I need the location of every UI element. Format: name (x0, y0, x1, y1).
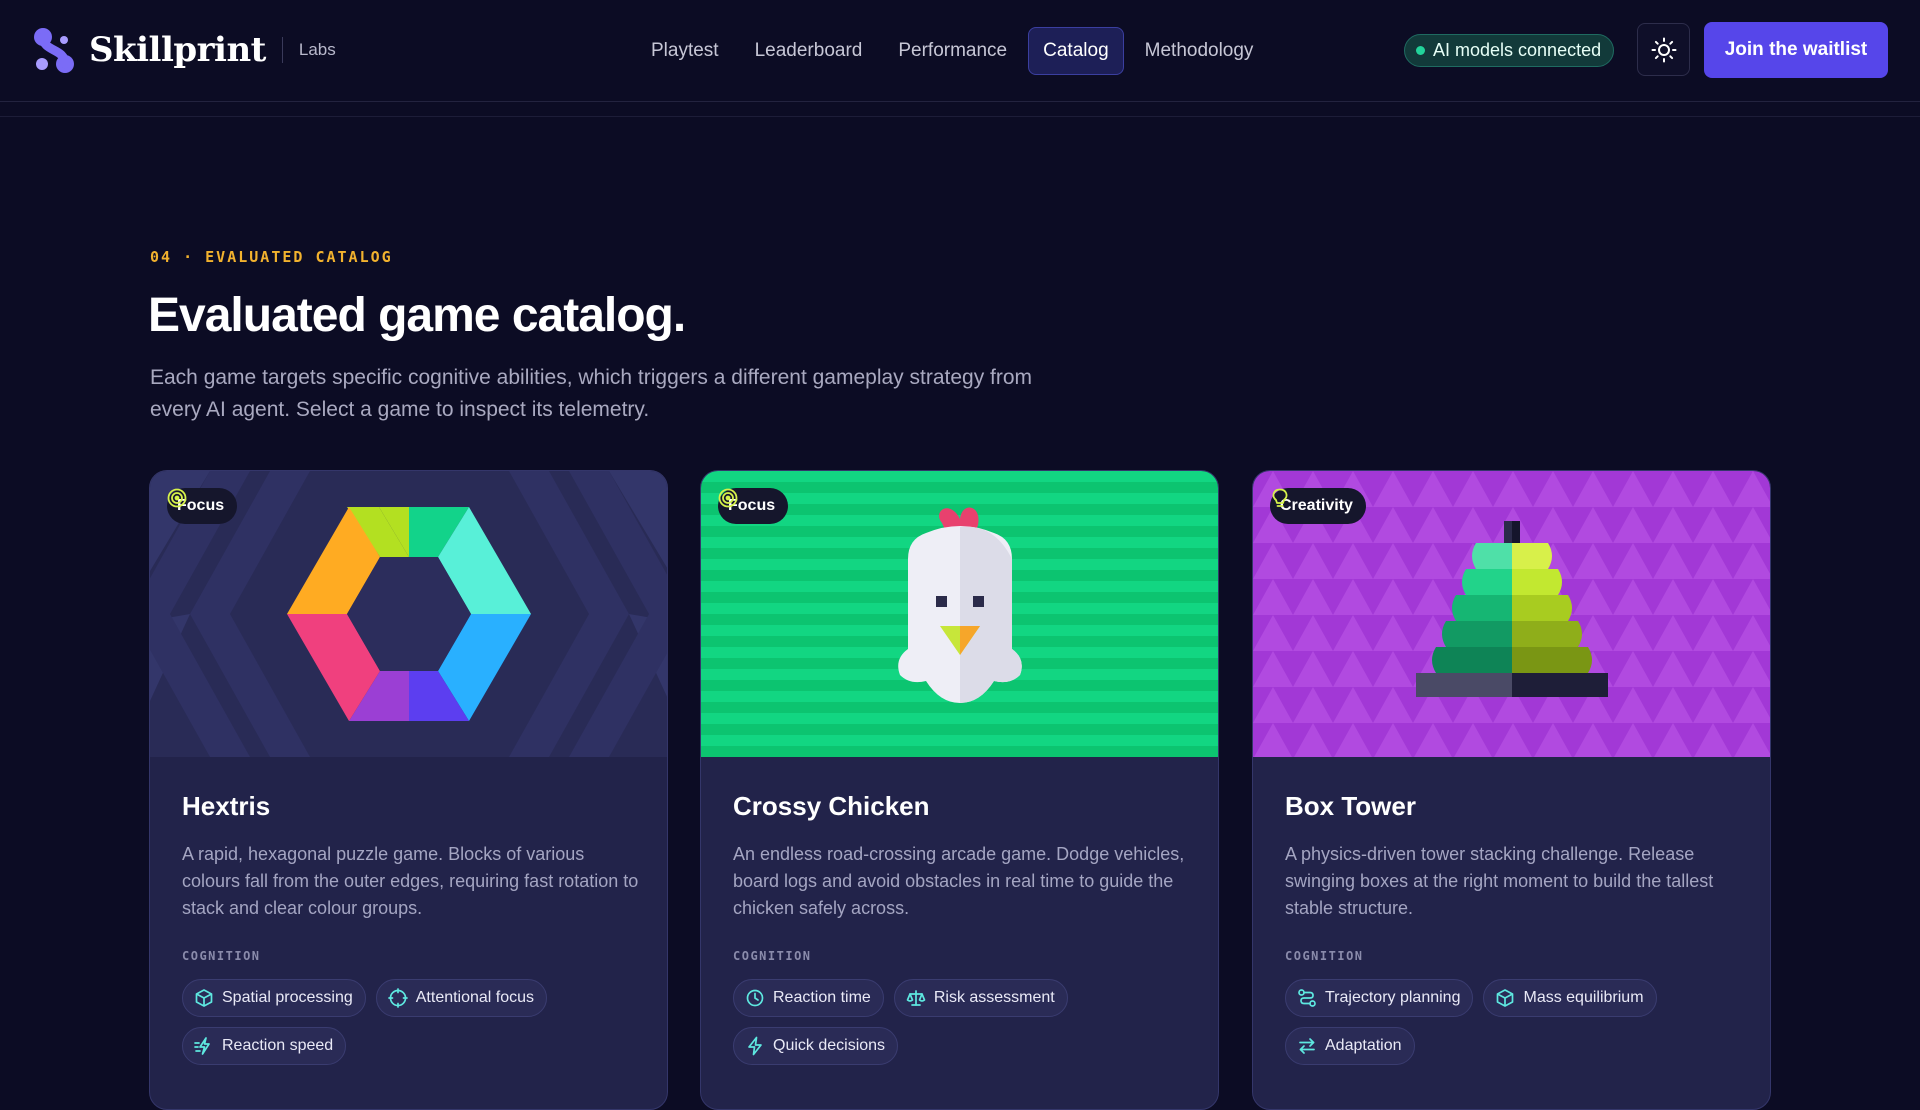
swap-icon (1299, 1038, 1315, 1054)
card-hero-crossy-chicken: Focus (701, 471, 1218, 757)
chip-spatial-processing[interactable]: Spatial processing (182, 979, 366, 1017)
category-badge: Focus (718, 488, 789, 524)
target-icon (718, 488, 738, 508)
brand-tag: Labs (298, 40, 336, 59)
chip-risk-assessment[interactable]: Risk assessment (893, 979, 1068, 1017)
chip-label: Reaction time (773, 989, 871, 1006)
main-nav: Playtest Leaderboard Performance Catalog… (636, 27, 1268, 75)
cognition-chips: Trajectory planning Mass equilibrium Ada… (1285, 979, 1755, 1065)
cognition-label: COGNITION (733, 949, 812, 963)
cognition-label: COGNITION (1285, 949, 1364, 963)
route-icon (1298, 989, 1316, 1007)
brand-divider (281, 37, 283, 63)
section-eyebrow: 04 · EVALUATED CATALOG (150, 248, 393, 266)
target-icon (167, 488, 187, 508)
theme-toggle-button[interactable] (1637, 23, 1690, 76)
chip-mass-equilibrium[interactable]: Mass equilibrium (1483, 979, 1657, 1017)
chip-label: Spatial processing (222, 989, 353, 1006)
cube-icon (195, 989, 213, 1007)
card-title: Box Tower (1285, 791, 1416, 821)
chip-attentional-focus[interactable]: Attentional focus (375, 979, 548, 1017)
card-title: Hextris (182, 791, 271, 821)
clock-icon (746, 989, 764, 1007)
chip-label: Reaction speed (222, 1037, 334, 1054)
game-card-box-tower[interactable]: Creativity Box Tower A physics-driven to… (1252, 470, 1771, 1110)
card-title: Crossy Chicken (733, 791, 930, 821)
chip-label: Adaptation (1325, 1037, 1402, 1054)
nav-item-methodology[interactable]: Methodology (1130, 27, 1269, 75)
lightbulb-icon (1272, 488, 1288, 507)
lightning-icon (748, 1036, 762, 1056)
chip-trajectory-planning[interactable]: Trajectory planning (1285, 979, 1474, 1017)
nav-item-leaderboard[interactable]: Leaderboard (740, 27, 878, 75)
connection-status-badge: AI models connected (1404, 34, 1615, 67)
chip-label: Trajectory planning (1325, 989, 1461, 1006)
chip-adaptation[interactable]: Adaptation (1285, 1027, 1415, 1065)
card-hero-box-tower: Creativity (1253, 471, 1770, 757)
join-waitlist-button[interactable]: Join the waitlist (1704, 22, 1888, 78)
cognition-label: COGNITION (182, 949, 261, 963)
brand[interactable]: Skillprint Labs (31, 26, 336, 74)
skillprint-logo-icon (34, 28, 74, 73)
card-hero-hextris: Focus (150, 471, 667, 757)
chip-reaction-time[interactable]: Reaction time (733, 979, 884, 1017)
category-badge: Focus (167, 488, 238, 524)
section-description: Each game targets specific cognitive abi… (150, 366, 1033, 421)
cube-icon (1497, 989, 1514, 1007)
page-title: Evaluated game catalog. (148, 289, 686, 342)
crosshair-icon (387, 988, 408, 1008)
top-navigation-bar: Skillprint Labs Playtest Leaderboard Per… (0, 0, 1920, 102)
card-description: A physics-driven tower stacking challeng… (1285, 844, 1714, 918)
game-card-crossy-chicken[interactable]: Focus Crossy Chicken An endless road-cro… (700, 470, 1219, 1110)
chip-reaction-speed[interactable]: Reaction speed (182, 1027, 347, 1065)
nav-item-performance[interactable]: Performance (883, 27, 1022, 75)
status-dot-icon (1416, 46, 1425, 55)
status-label: AI models connected (1433, 40, 1602, 60)
chip-label: Quick decisions (773, 1037, 886, 1054)
badge-label: Creativity (1280, 497, 1353, 514)
speed-icon (194, 1037, 210, 1055)
sun-icon (1651, 37, 1676, 62)
card-body: Hextris A rapid, hexagonal puzzle game. … (150, 757, 667, 1109)
brand-name: Skillprint (89, 30, 266, 70)
chip-label: Attentional focus (415, 989, 535, 1006)
game-card-hextris[interactable]: Focus Hextris A rapid, hexagonal puzzle … (149, 470, 668, 1110)
card-body: Crossy Chicken An endless road-crossing … (701, 757, 1218, 1109)
scale-icon (906, 990, 926, 1006)
category-badge: Creativity (1270, 488, 1366, 524)
card-description: A rapid, hexagonal puzzle game. Blocks o… (182, 844, 639, 918)
chip-label: Risk assessment (933, 989, 1055, 1006)
cognition-chips: Reaction time Risk assessment Quick deci… (733, 979, 1203, 1065)
card-body: Box Tower A physics-driven tower stackin… (1253, 757, 1770, 1109)
chip-label: Mass equilibrium (1523, 989, 1644, 1006)
card-description: An endless road-crossing arcade game. Do… (733, 844, 1185, 918)
chip-quick-decisions[interactable]: Quick decisions (733, 1027, 899, 1065)
header-divider (0, 116, 1920, 117)
cognition-chips: Spatial processing Attentional focus Rea… (182, 979, 652, 1065)
nav-item-playtest[interactable]: Playtest (636, 27, 734, 75)
nav-item-catalog[interactable]: Catalog (1028, 27, 1124, 75)
